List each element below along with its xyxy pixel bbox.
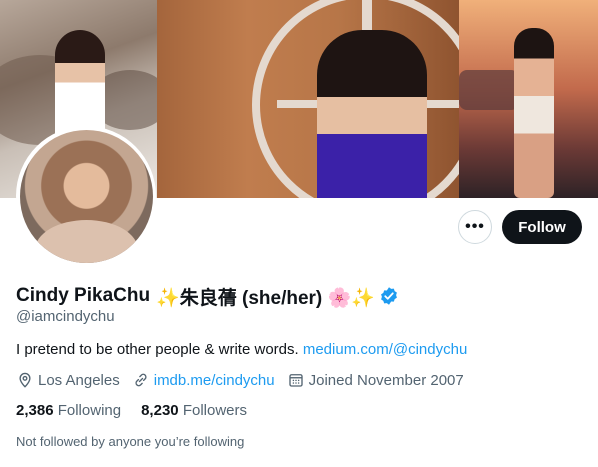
location-text: Los Angeles — [38, 371, 120, 389]
follow-button[interactable]: Follow — [502, 210, 582, 244]
profile-meta: Los Angeles imdb.me/cindychu Joined Nove… — [16, 371, 476, 389]
avatar-image — [19, 129, 153, 263]
followers-label: Followers — [182, 402, 247, 419]
more-icon: ••• — [465, 218, 485, 235]
join-date-text: Joined November 2007 — [308, 371, 464, 389]
location-pin-icon — [19, 372, 31, 388]
followers-count: 8,230 — [141, 402, 179, 419]
join-date: Joined November 2007 — [287, 371, 464, 389]
username-handle: @iamcindychu — [16, 308, 115, 325]
verified-badge-icon — [379, 286, 399, 306]
website[interactable]: imdb.me/cindychu — [132, 371, 275, 389]
website-link[interactable]: imdb.me/cindychu — [154, 372, 275, 389]
link-icon — [135, 373, 147, 387]
follow-stats: 2,386 Following 8,230 Followers — [16, 402, 267, 419]
location: Los Angeles — [16, 371, 120, 389]
following-count: 2,386 — [16, 402, 54, 419]
following-link[interactable]: 2,386 Following — [16, 402, 121, 419]
bio: I pretend to be other people & write wor… — [16, 341, 467, 358]
followers-link[interactable]: 8,230 Followers — [141, 402, 247, 419]
more-options-button[interactable]: ••• — [458, 210, 492, 244]
following-label: Following — [57, 402, 122, 419]
not-followed-note: Not followed by anyone you’re following — [16, 434, 245, 449]
banner-photo-2 — [157, 0, 459, 198]
bio-text: I pretend to be other people & write wor… — [16, 341, 299, 358]
calendar-icon — [288, 374, 303, 387]
banner-photo-3 — [459, 0, 598, 198]
display-name-suffix: ✨朱良蒨 (she/her) 🌸✨ — [156, 287, 375, 309]
display-name: Cindy PikaChu ✨朱良蒨 (she/her) 🌸✨ — [16, 283, 399, 309]
display-name-text: Cindy PikaChu — [16, 285, 151, 306]
avatar[interactable] — [16, 126, 156, 266]
bio-link[interactable]: medium.com/@cindychu — [303, 341, 467, 358]
